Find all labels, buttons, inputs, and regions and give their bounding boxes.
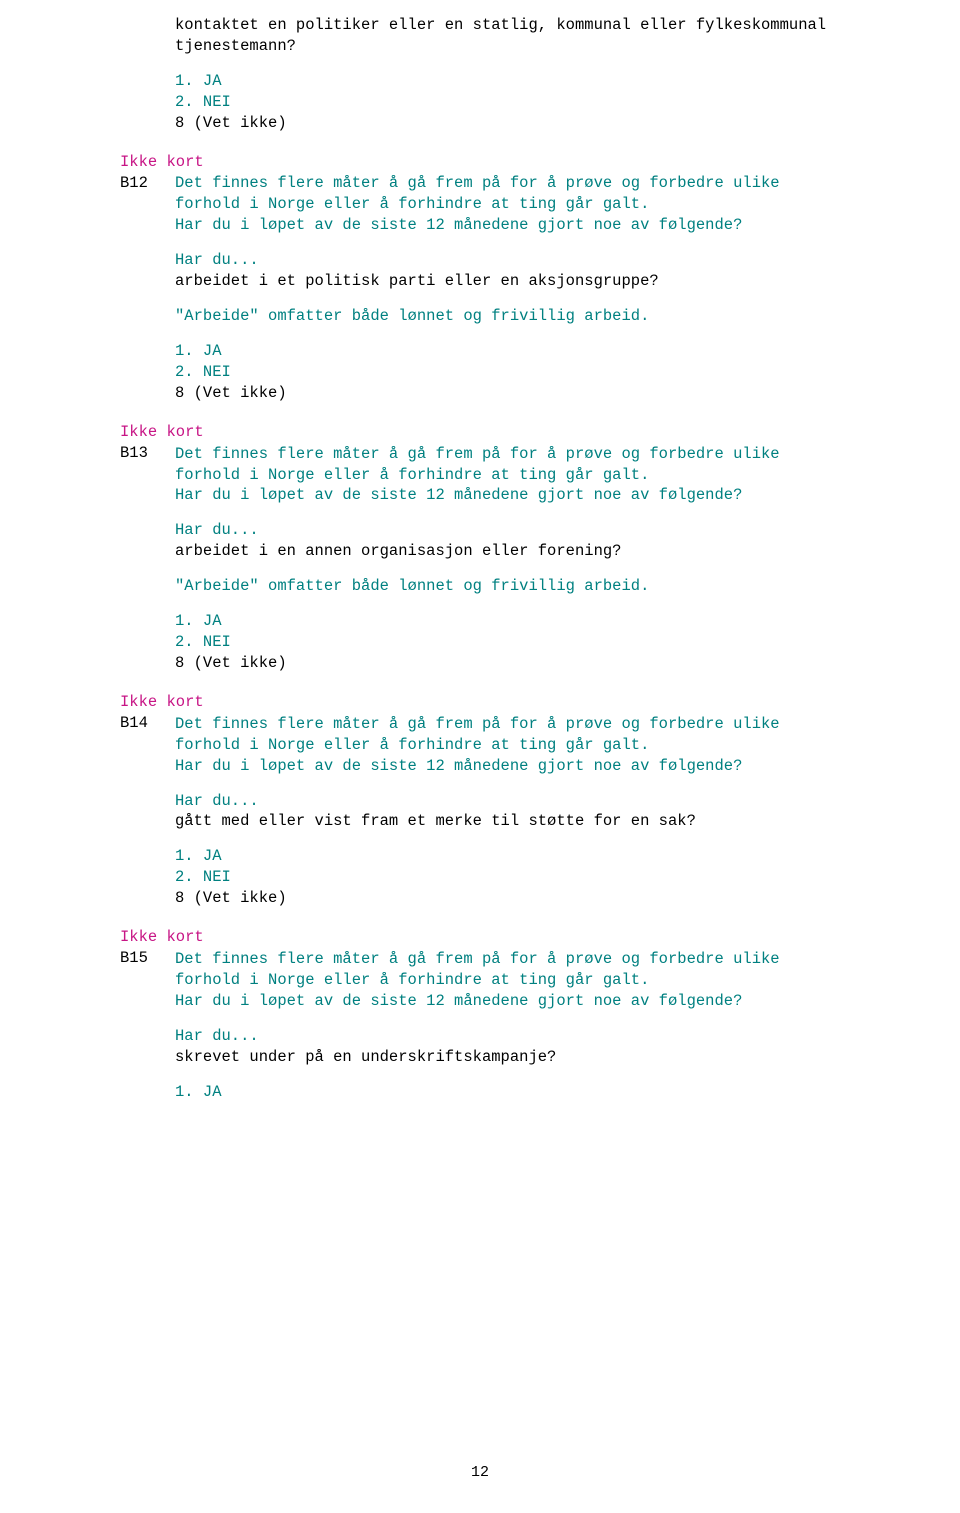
option-ja: 1. JA [175,1083,222,1101]
option-nei: 2. NEI [175,93,231,111]
b14-stem: gått med eller vist fram et merke til st… [175,812,696,830]
b13-section: Ikke kort B13 Det finnes flere måter å g… [120,422,870,674]
b12-stem: arbeidet i et politisk parti eller en ak… [175,272,659,290]
intro-line1: Det finnes flere måter å gå frem på for … [175,174,780,192]
arbeide-note: "Arbeide" omfatter både lønnet og frivil… [175,307,649,325]
option-ja: 1. JA [175,72,222,90]
b13-id: B13 [120,444,148,462]
intro-line1: Det finnes flere måter å gå frem på for … [175,715,780,733]
b15-id: B15 [120,949,148,967]
b13-stem: arbeidet i en annen organisasjon eller f… [175,542,621,560]
b14-section: Ikke kort B14 Det finnes flere måter å g… [120,692,870,909]
page-number: 12 [0,1463,960,1483]
b12-id: B12 [120,174,148,192]
option-vetikke: 8 (Vet ikke) [175,384,287,402]
ikke-kort-label: Ikke kort [120,153,204,171]
option-ja: 1. JA [175,342,222,360]
intro-line3: Har du i løpet av de siste 12 månedene g… [175,486,742,504]
document-page: kontaktet en politiker eller en statlig,… [0,0,960,1513]
b15-options: 1. JA [120,1082,870,1103]
b11-question-block: kontaktet en politiker eller en statlig,… [175,15,870,57]
hardu-label: Har du... [175,251,259,269]
b14-options: 1. JA 2. NEI 8 (Vet ikke) [120,846,870,909]
option-nei: 2. NEI [175,363,231,381]
option-nei: 2. NEI [175,633,231,651]
ikke-kort-label: Ikke kort [120,928,204,946]
hardu-label: Har du... [175,792,259,810]
arbeide-note: "Arbeide" omfatter både lønnet og frivil… [175,577,649,595]
hardu-label: Har du... [175,1027,259,1045]
b15-stem: skrevet under på en underskriftskampanje… [175,1048,556,1066]
b15-section: Ikke kort B15 Det finnes flere måter å g… [120,927,870,1102]
intro-line3: Har du i løpet av de siste 12 månedene g… [175,216,742,234]
b11-question-line1: kontaktet en politiker eller en statlig,… [175,16,826,34]
intro-line3: Har du i løpet av de siste 12 månedene g… [175,992,742,1010]
option-vetikke: 8 (Vet ikke) [175,889,287,907]
b14-id: B14 [120,714,148,732]
b11-question-line2: tjenestemann? [175,37,296,55]
option-vetikke: 8 (Vet ikke) [175,114,287,132]
option-vetikke: 8 (Vet ikke) [175,654,287,672]
hardu-label: Har du... [175,521,259,539]
b13-options: 1. JA 2. NEI 8 (Vet ikke) [120,611,870,674]
option-ja: 1. JA [175,612,222,630]
b11-options: 1. JA 2. NEI 8 (Vet ikke) [120,71,870,134]
intro-line2: forhold i Norge eller å forhindre at tin… [175,466,649,484]
ikke-kort-label: Ikke kort [120,423,204,441]
ikke-kort-label: Ikke kort [120,693,204,711]
b12-options: 1. JA 2. NEI 8 (Vet ikke) [120,341,870,404]
intro-line1: Det finnes flere måter å gå frem på for … [175,445,780,463]
intro-line1: Det finnes flere måter å gå frem på for … [175,950,780,968]
intro-line3: Har du i løpet av de siste 12 månedene g… [175,757,742,775]
intro-line2: forhold i Norge eller å forhindre at tin… [175,971,649,989]
intro-line2: forhold i Norge eller å forhindre at tin… [175,736,649,754]
option-nei: 2. NEI [175,868,231,886]
option-ja: 1. JA [175,847,222,865]
b12-section: Ikke kort B12 Det finnes flere måter å g… [120,152,870,404]
intro-line2: forhold i Norge eller å forhindre at tin… [175,195,649,213]
